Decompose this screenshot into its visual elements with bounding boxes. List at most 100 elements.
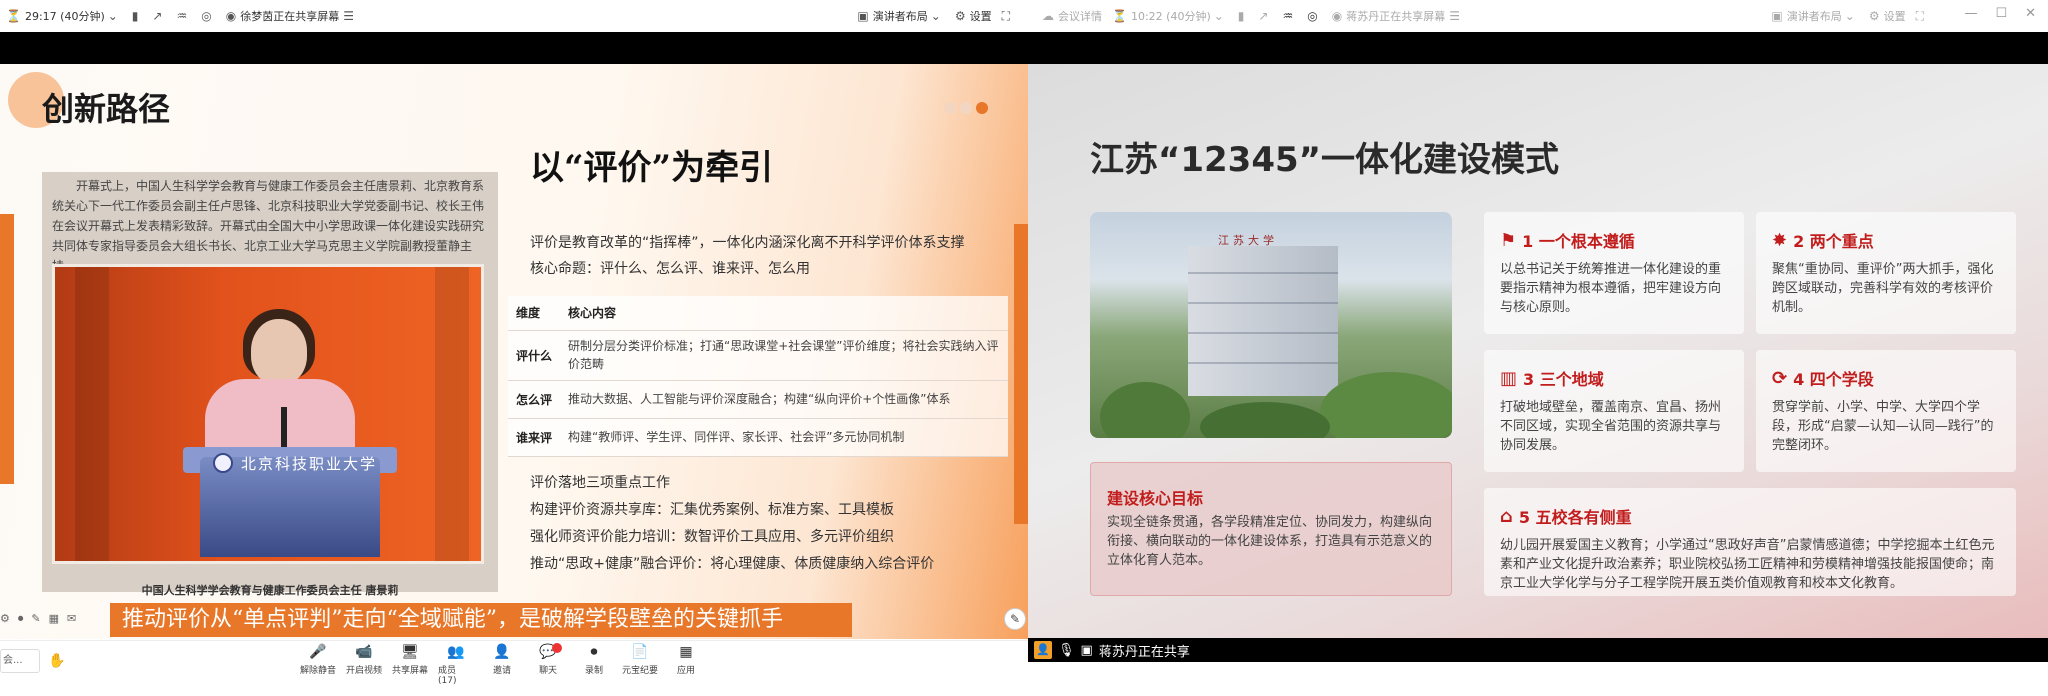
slide-intro: 评价是教育改革的“指挥棒”，一体化内涵深化离不开科学评价体系支撑 核心命题：评什… bbox=[530, 235, 965, 277]
school-icon: ⌂ bbox=[1500, 505, 1513, 527]
toolbar-chat-button[interactable]: 💬 聊天 bbox=[530, 641, 566, 686]
layout-icon: ▣ bbox=[857, 9, 869, 23]
route-icon: ⟳ bbox=[1772, 367, 1788, 389]
noise-icon[interactable]: ♒ bbox=[1282, 9, 1297, 23]
photo-caption: 中国人生科学学会教育与健康工作委员会主任 唐景莉 bbox=[141, 584, 399, 597]
live-subtitle: 推动评价从“单点评判”走向“全域赋能”，是破解学段壁垒的关键抓手 bbox=[110, 603, 852, 637]
left-sharing-indicator[interactable]: ◉ 徐梦茵正在共享屏幕 ☰ bbox=[226, 8, 358, 24]
signal-icon[interactable]: ▮ bbox=[132, 9, 143, 23]
toolbar-record-button[interactable]: ⏺ 录制 bbox=[576, 641, 612, 686]
toolbar-video-button[interactable]: 📹 开启视频 bbox=[346, 641, 382, 686]
slide-accent-bar bbox=[1014, 224, 1028, 524]
left-settings-button[interactable]: ⚙ 设置 bbox=[955, 8, 992, 24]
noise-icon[interactable]: ♒ bbox=[176, 9, 191, 23]
list-item: 构建评价资源共享库：汇集优秀案例、标准方案、工具模板 bbox=[530, 502, 894, 518]
menu-icon: ☰ bbox=[343, 9, 354, 23]
right-meeting-window: ☁ 会议详情 ⏳ 10:22 (40分钟) ⌄ ▮ ↗ ♒ ◎ ◉ 蒋苏丹正在共享屏幕 ☰… bbox=[1028, 0, 2048, 696]
toolbar-minutes-button[interactable]: 📄 元宝纪要 bbox=[622, 641, 658, 686]
toolbar-members-button[interactable]: 👥 成员(17) bbox=[438, 641, 474, 686]
slide-heading: 以“评价”为牵引 bbox=[530, 148, 774, 188]
toolbar-share-screen-button[interactable]: 🖥 共享屏幕 bbox=[392, 641, 428, 686]
core-goal-text: 实现全链条贯通，各学段精准定位、协同发力，构建纵向衔接、横向联动的一体化建设体系… bbox=[1107, 515, 1433, 568]
toolbar-label: 元宝纪要 bbox=[622, 666, 659, 676]
toolbar-label: 邀请 bbox=[492, 666, 511, 676]
left-layout-button[interactable]: ▣ 演讲者布局 ⌄ bbox=[857, 8, 944, 24]
clock-icon: ⏳ bbox=[1112, 9, 1127, 23]
maximize-icon[interactable]: ☐ bbox=[1995, 6, 2007, 21]
list-item: 推动“思政+健康”融合评价：将心理健康、体质健康纳入综合评价 bbox=[530, 556, 935, 572]
video-icon: 📹 bbox=[355, 644, 373, 660]
minutes-icon: 📄 bbox=[631, 644, 649, 660]
external-link-icon[interactable]: ↗ bbox=[152, 9, 166, 23]
slide-section-title: 创新路径 bbox=[42, 90, 171, 128]
menu-icon: ☰ bbox=[1449, 9, 1460, 23]
right-timer[interactable]: ⏳ 10:22 (40分钟) ⌄ bbox=[1112, 8, 1228, 24]
fullscreen-icon[interactable]: ⛶ bbox=[1916, 9, 1928, 24]
toolbar-label: 聊天 bbox=[538, 666, 557, 676]
list-item: 强化师资评价能力培训：数智评价工具应用、多元评价组织 bbox=[530, 529, 894, 545]
right-layout-button[interactable]: ▣ 演讲者布局 ⌄ bbox=[1771, 8, 1858, 24]
card-two-focuses: ✸ 2 两个重点 聚焦“重协同、重评价”两大抓手，强化跨区域联动，完善科学有效的考… bbox=[1756, 212, 2016, 334]
share-screen-icon: ◉ bbox=[1331, 9, 1343, 23]
fullscreen-icon[interactable]: ⛶ bbox=[1002, 9, 1014, 24]
edit-subtitle-button[interactable]: ✎ bbox=[1004, 608, 1026, 630]
table-header-row: 维度 核心内容 bbox=[508, 296, 1008, 331]
toolbar-label: 共享屏幕 bbox=[392, 666, 429, 676]
apps-icon: ▦ bbox=[679, 644, 693, 660]
eye-off-icon[interactable]: ◎ bbox=[201, 9, 215, 23]
close-icon[interactable]: ✕ bbox=[2025, 6, 2036, 21]
bottom-left-control[interactable]: 会... bbox=[0, 649, 40, 673]
podium-text: 北京科技职业大学 bbox=[241, 455, 378, 473]
mic-icon: 🎤 bbox=[309, 644, 327, 660]
toolbar-invite-button[interactable]: 👤 邀请 bbox=[484, 641, 520, 686]
avatar: 👤 bbox=[1034, 641, 1052, 659]
record-icon[interactable]: ⏺ bbox=[18, 612, 24, 626]
card-three-regions: ▥ 3 三个地域 打破地域壁垒，覆盖南京、宜昌、扬州不同区域，实现全省范围的资源共… bbox=[1484, 350, 1744, 472]
pen-icon: ✎ bbox=[1009, 612, 1021, 626]
signal-icon[interactable]: ▮ bbox=[1238, 9, 1249, 23]
mail-icon[interactable]: ✉ bbox=[67, 612, 76, 626]
photo-description: 开幕式上，中国人生科学学会教育与健康工作委员会主任唐景莉、北京教育系统关心下一代… bbox=[52, 179, 485, 273]
members-icon: 👥 bbox=[447, 644, 465, 660]
chevron-down-icon: ⌄ bbox=[1213, 9, 1224, 23]
card-four-stages: ⟳ 4 四个学段 贯穿学前、小学、中学、大学四个学段，形成“启蒙—认知—认同—践行… bbox=[1756, 350, 2016, 472]
right-settings-button[interactable]: ⚙ 设置 bbox=[1869, 8, 1906, 24]
meeting-info-button[interactable]: ☁ 会议详情 bbox=[1042, 8, 1102, 24]
card-five-schools: ⌂ 5 五校各有侧重 幼儿园开展爱国主义教育；小学通过“思政好声音”启蒙情感道德；… bbox=[1484, 488, 2016, 596]
layout-icon: ▣ bbox=[1771, 9, 1783, 23]
eye-off-icon[interactable]: ◎ bbox=[1307, 9, 1321, 23]
grid-icon[interactable]: ▦ bbox=[49, 612, 59, 626]
toolbar-buttons: 🎤 解除静音 📹 开启视频 🖥 共享屏幕 👥 成员(17) 👤 邀请 💬 聊天 ⏺ 录制 📄 元宝纪要 ▦ 应用 bbox=[300, 641, 704, 686]
left-meeting-window: ⏳ 29:17 (40分钟) ⌄ ▮ ↗ ♒ ◎ ◉ 徐梦茵正在共享屏幕 ☰ ▣ 演讲者布… bbox=[0, 0, 1028, 696]
table-row: 谁来评 构建“教师评、学生评、同伴评、家长评、社会评”多元协同机制 bbox=[508, 418, 1008, 457]
toolbar-apps-button[interactable]: ▦ 应用 bbox=[668, 641, 704, 686]
minimize-icon[interactable]: — bbox=[1964, 6, 1977, 21]
chevron-down-icon: ⌄ bbox=[1844, 9, 1855, 23]
university-logo-icon bbox=[213, 453, 233, 473]
core-goal-box: 建设核心目标 实现全链条贯通，各学段精准定位、协同发力，构建纵向衔接、横向联动的… bbox=[1090, 462, 1452, 596]
left-timer[interactable]: ⏳ 29:17 (40分钟) ⌄ bbox=[6, 8, 122, 24]
slide-accent-bar bbox=[0, 214, 14, 484]
card-root-principle: ⚑ 1 一个根本遵循 以总书记关于统筹推进一体化建设的重要指示精神为根本遵循，把牢… bbox=[1484, 212, 1744, 334]
sharing-status-text: 蒋苏丹正在共享 bbox=[1098, 644, 1190, 660]
toolbar-label: 解除静音 bbox=[300, 666, 337, 676]
settings-icon[interactable]: ⚙ bbox=[0, 612, 10, 626]
toolbar-label: 开启视频 bbox=[346, 666, 383, 676]
toolbar-mic-button[interactable]: 🎤 解除静音 bbox=[300, 641, 336, 686]
gear-icon: ⚙ bbox=[1868, 9, 1880, 23]
slide-page-dots bbox=[944, 102, 988, 114]
clock-icon: ⏳ bbox=[6, 9, 21, 23]
external-link-icon[interactable]: ↗ bbox=[1258, 9, 1272, 23]
notification-badge bbox=[552, 643, 562, 653]
pen-icon[interactable]: ✎ bbox=[31, 612, 40, 626]
table-row: 评什么 研制分层分类评价标准；打通“思政课堂+社会课堂”评价维度；将社会实践纳入… bbox=[508, 330, 1008, 381]
key-points-list: 评价落地三项重点工作 构建评价资源共享库：汇集优秀案例、标准方案、工具模板 强化… bbox=[530, 470, 934, 578]
hand-icon[interactable]: ✋ bbox=[48, 653, 65, 669]
subtitle-controls: ⚙ ⏺ ✎ ▦ ✉ bbox=[0, 612, 76, 626]
right-sharing-indicator[interactable]: ◉ 蒋苏丹正在共享屏幕 ☰ bbox=[1332, 8, 1464, 24]
logo-icon: ☁ bbox=[1042, 9, 1054, 23]
core-goal-title: 建设核心目标 bbox=[1107, 489, 1204, 508]
sharing-status-bar: 👤 🎙 ▣ 蒋苏丹正在共享 bbox=[1028, 638, 2048, 662]
chevron-down-icon: ⌄ bbox=[107, 9, 118, 23]
left-top-bar: ⏳ 29:17 (40分钟) ⌄ ▮ ↗ ♒ ◎ ◉ 徐梦茵正在共享屏幕 ☰ ▣ 演讲者布… bbox=[0, 0, 1028, 32]
